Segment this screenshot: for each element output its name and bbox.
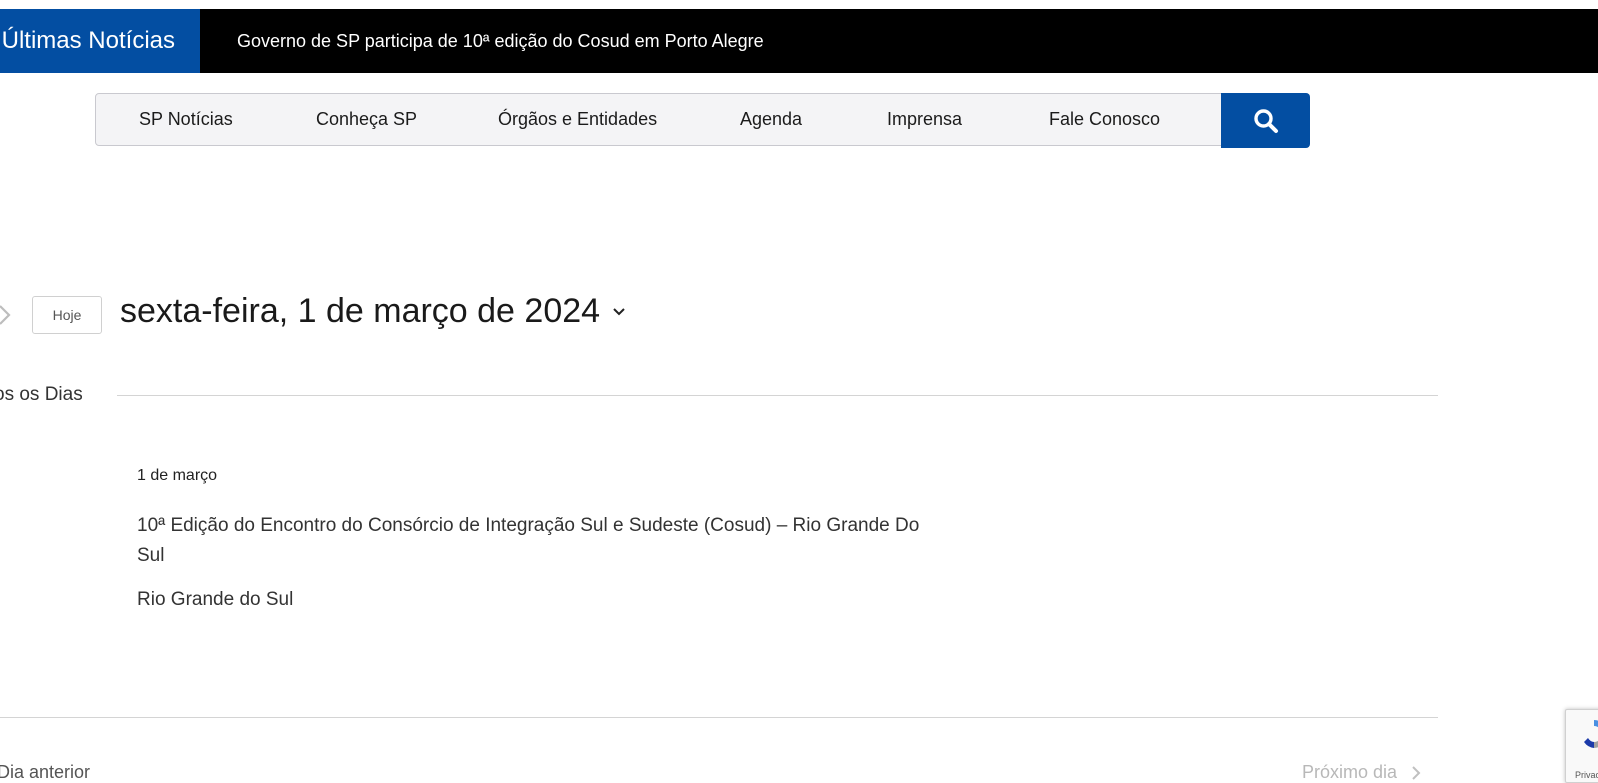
- event-date: 1 de março: [137, 467, 218, 484]
- divider: [117, 395, 1438, 396]
- nav-item-orgaos-entidades[interactable]: Órgãos e Entidades: [498, 109, 657, 130]
- main-nav: SP Notícias Conheça SP Órgãos e Entidade…: [95, 93, 1310, 148]
- group-heading: os os Dias: [0, 384, 83, 405]
- recaptcha-privacy-text: Privac: [1575, 770, 1598, 780]
- ticker-label: Últimas Notícias: [0, 9, 200, 73]
- nav-item-conheca-sp[interactable]: Conheça SP: [316, 109, 417, 130]
- nav-item-fale-conosco[interactable]: Fale Conosco: [1049, 109, 1160, 130]
- nav-item-imprensa[interactable]: Imprensa: [887, 109, 962, 130]
- nav-item-sp-noticias[interactable]: SP Notícias: [139, 109, 233, 130]
- news-ticker: Últimas Notícias Governo de SP participa…: [0, 9, 1598, 73]
- chevron-down-icon: [613, 307, 625, 315]
- chevron-right-icon: [1412, 765, 1421, 780]
- previous-day-arrow-icon[interactable]: [0, 302, 14, 328]
- search-button[interactable]: [1221, 93, 1310, 148]
- search-icon: [1253, 108, 1278, 133]
- recaptcha-badge[interactable]: Privac: [1565, 709, 1598, 783]
- nav-item-agenda[interactable]: Agenda: [740, 109, 802, 130]
- today-button[interactable]: Hoje: [32, 296, 102, 334]
- date-picker-title[interactable]: sexta-feira, 1 de março de 2024: [120, 292, 626, 331]
- recaptcha-logo-icon: [1584, 720, 1598, 748]
- event-location: Rio Grande do Sul: [137, 589, 294, 610]
- event-title-link[interactable]: 10ª Edição do Encontro do Consórcio de I…: [137, 511, 937, 571]
- divider: [0, 717, 1438, 718]
- ticker-headline-link[interactable]: Governo de SP participa de 10ª edição do…: [237, 31, 764, 52]
- date-title-text: sexta-feira, 1 de março de 2024: [120, 292, 601, 330]
